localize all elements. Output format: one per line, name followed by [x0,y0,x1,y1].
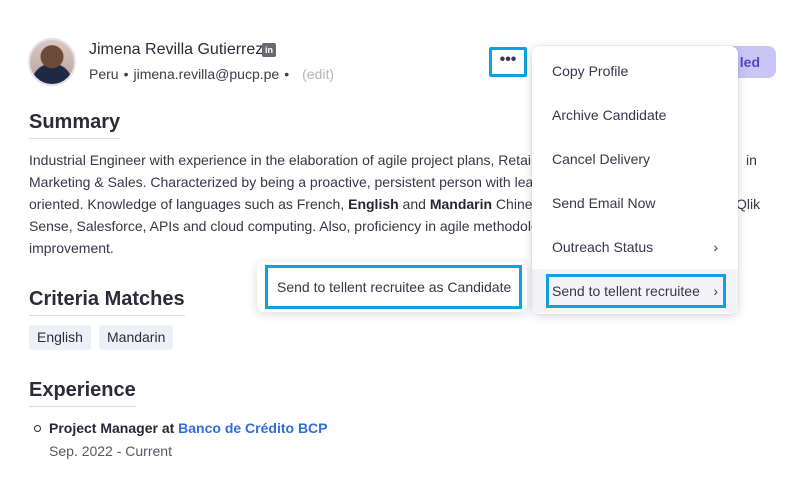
menu-item-send-to-tellent[interactable]: Send to tellent recruitee › [532,269,738,313]
menu-item-outreach-status[interactable]: Outreach Status › [532,225,738,269]
criteria-chip-english: English [29,325,91,350]
candidate-name: Jimena Revilla Gutierrez [89,41,264,58]
edit-link[interactable]: (edit) [302,66,334,82]
tellent-submenu: Send to tellent recruitee as Candidate [257,262,527,312]
avatar [28,38,76,86]
actions-menu: Copy Profile Archive Candidate Cancel De… [532,46,738,314]
experience-company-link[interactable]: Banco de Crédito BCP [178,420,327,436]
menu-item-cancel-delivery[interactable]: Cancel Delivery [532,137,738,181]
submenu-item-send-as-candidate[interactable]: Send to tellent recruitee as Candidate [265,265,522,309]
menu-item-send-email-now[interactable]: Send Email Now [532,181,738,225]
summary-heading: Summary [29,111,121,139]
summary-line-3a: oriented. Knowledge of languages such as… [29,196,349,212]
summary-line-3-tail: Qlik [736,196,761,212]
linkedin-icon[interactable]: in [262,43,276,57]
menu-item-copy-profile[interactable]: Copy Profile [532,49,738,93]
criteria-heading: Criteria Matches [29,288,185,316]
summary-mandarin: Mandarin [429,196,493,212]
highlight-frame [546,274,726,308]
summary-line-1-tail: in [746,152,757,168]
more-options-button[interactable]: ••• [489,47,527,77]
summary-line-1: Industrial Engineer with experience in t… [29,152,535,168]
list-bullet [34,425,41,432]
experience-role: Project Manager at [49,420,179,436]
experience-heading: Experience [29,379,136,407]
email: jimena.revilla@pucp.pe [133,66,280,82]
experience-dates: Sep. 2022 - Current [49,443,172,459]
chevron-right-icon: › [713,239,718,255]
summary-english: English [348,196,399,212]
summary-line-3b: and [398,196,430,212]
criteria-chip-mandarin: Mandarin [99,325,174,350]
location: Peru [89,66,119,82]
candidate-meta: Peru • jimena.revilla@pucp.pe • (edit) [89,66,335,82]
experience-title: Project Manager at Banco de Crédito BCP [49,420,328,436]
chevron-right-icon: › [713,283,718,299]
menu-item-archive-candidate[interactable]: Archive Candidate [532,93,738,137]
